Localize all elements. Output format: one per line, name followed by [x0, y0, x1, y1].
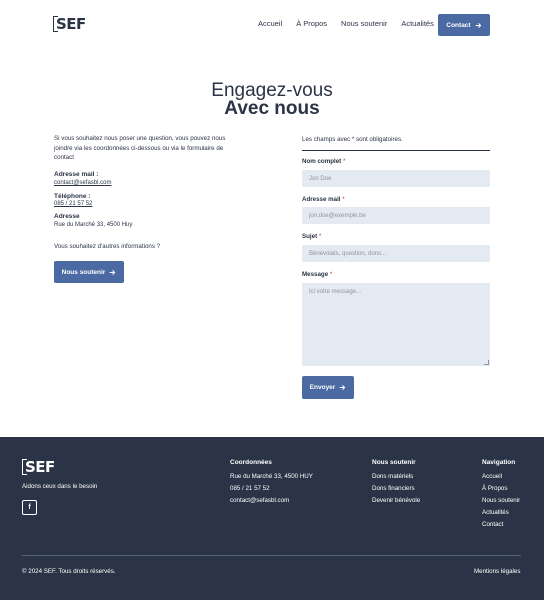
- phone-label: Téléphone :: [54, 193, 91, 200]
- name-placeholder: Jon Doe: [309, 175, 332, 182]
- address-label: Adresse: [54, 213, 80, 220]
- textarea-resize-handle[interactable]: [484, 360, 489, 365]
- message-placeholder: Ici votre message...: [309, 289, 362, 295]
- facebook-icon[interactable]: f: [22, 500, 37, 515]
- footer-phone[interactable]: 085 / 21 57 52: [230, 485, 270, 492]
- name-label: Nom complet *: [302, 158, 345, 165]
- nav-link-a-propos[interactable]: À Propos: [296, 19, 327, 28]
- more-info-text: Vous souhaitez d'autres informations ?: [54, 243, 161, 250]
- footer-link-dons-materiels[interactable]: Dons matériels: [372, 473, 413, 480]
- required-star: *: [329, 271, 333, 278]
- contact-intro-text: Si vous souhaitez nous poser une questio…: [54, 135, 226, 161]
- required-star: *: [342, 158, 346, 165]
- footer-support-title: Nous soutenir: [372, 459, 416, 466]
- email-field-label-text: Adresse mail: [302, 196, 341, 203]
- footer-link-nous-soutenir[interactable]: Nous soutenir: [482, 497, 520, 504]
- nav-link-accueil[interactable]: Accueil: [258, 19, 282, 28]
- site-footer: SEF Aidons ceux dans le besoin f Coordon…: [0, 437, 544, 600]
- subject-label-text: Sujet: [302, 233, 318, 240]
- page-title-line2: Avec nous: [224, 98, 320, 119]
- footer-logo-text: SEF: [25, 458, 55, 476]
- footer-link-a-propos[interactable]: À Propos: [482, 485, 507, 492]
- footer-link-accueil[interactable]: Accueil: [482, 473, 502, 480]
- message-label-text: Message: [302, 271, 329, 278]
- email-field-label: Adresse mail *: [302, 196, 345, 203]
- footer-copyright: © 2024 SEF. Tous droits réservés.: [22, 568, 116, 575]
- send-button[interactable]: Envoyer: [302, 376, 354, 399]
- arrow-right-icon: [340, 385, 346, 390]
- contact-button-label: Contact: [446, 21, 471, 29]
- footer-logo[interactable]: SEF: [22, 458, 55, 476]
- message-textarea[interactable]: Ici votre message...: [302, 283, 490, 366]
- arrow-right-icon: [475, 22, 481, 28]
- footer-legal-link[interactable]: Mentions légales: [474, 568, 520, 575]
- email-link[interactable]: contact@sefasbl.com: [54, 180, 111, 186]
- nav-link-nous-soutenir[interactable]: Nous soutenir: [341, 19, 387, 28]
- required-star: *: [318, 233, 322, 240]
- phone-link[interactable]: 085 / 21 57 52: [54, 201, 92, 207]
- required-star: *: [342, 196, 345, 203]
- nav-link-actualites[interactable]: Actualités: [401, 19, 434, 28]
- contact-button[interactable]: Contact: [438, 14, 490, 36]
- arrow-right-icon: [110, 269, 116, 275]
- required-fields-note: Les champs avec * sont obligatoires.: [302, 136, 403, 143]
- form-divider: [302, 150, 490, 151]
- message-label: Message *: [302, 271, 332, 278]
- footer-link-dons-financiers[interactable]: Dons financiers: [372, 485, 415, 492]
- subject-input[interactable]: Bénévolats, question, dons...: [302, 245, 490, 262]
- footer-address: Rue du Marché 33, 4500 HUY: [230, 473, 313, 480]
- footer-link-actualites[interactable]: Actualités: [482, 509, 509, 516]
- footer-tagline: Aidons ceux dans le besoin: [22, 483, 98, 490]
- footer-link-devenir-benevole[interactable]: Devenir bénévole: [372, 497, 420, 504]
- main-nav: Accueil À Propos Nous soutenir Actualité…: [258, 19, 448, 28]
- footer-coordinates-title: Coordonnées: [230, 459, 272, 466]
- footer-email[interactable]: contact@sefasbl.com: [230, 497, 289, 504]
- email-input[interactable]: jon.doe@exemple.be: [302, 207, 490, 224]
- send-button-label: Envoyer: [309, 384, 336, 391]
- address-value: Rue du Marché 33, 4500 Huy: [54, 222, 133, 228]
- site-header: SEF Accueil À Propos Nous soutenir Actua…: [0, 0, 544, 52]
- logo-text: SEF: [56, 15, 86, 33]
- email-label: Adresse mail :: [54, 171, 99, 178]
- footer-nav-title: Navigation: [482, 459, 516, 466]
- footer-divider: [22, 555, 521, 556]
- email-placeholder: jon.doe@exemple.be: [309, 212, 366, 219]
- site-logo[interactable]: SEF: [53, 15, 86, 33]
- footer-link-contact[interactable]: Contact: [482, 521, 503, 528]
- support-button-label: Nous soutenir: [61, 268, 106, 276]
- support-button[interactable]: Nous soutenir: [54, 261, 124, 283]
- subject-label: Sujet *: [302, 233, 321, 240]
- name-input[interactable]: Jon Doe: [302, 170, 490, 187]
- subject-placeholder: Bénévolats, question, dons...: [309, 250, 387, 257]
- name-label-text: Nom complet: [302, 158, 342, 165]
